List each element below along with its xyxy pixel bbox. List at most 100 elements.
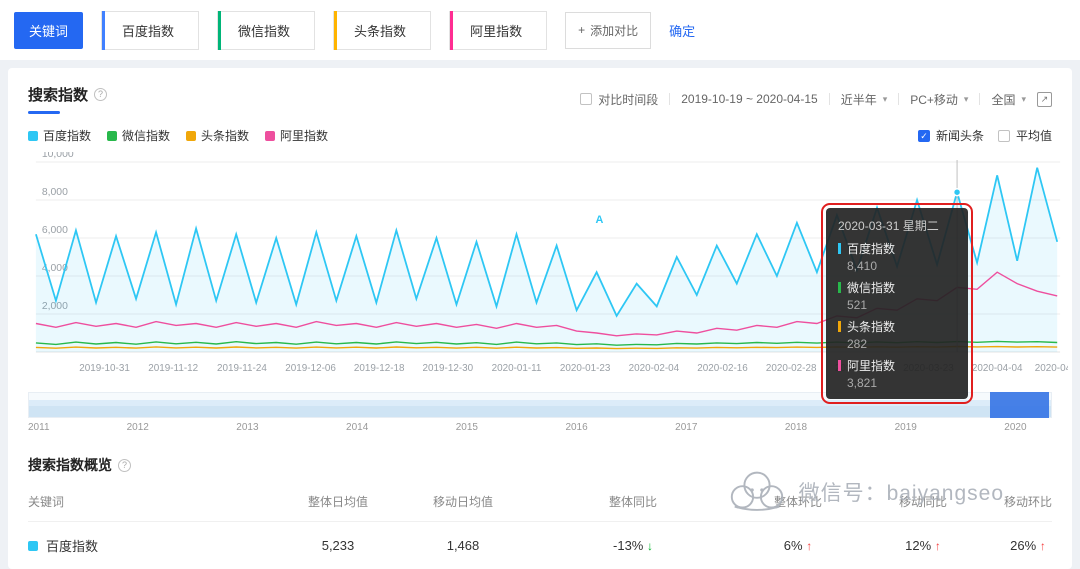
keyword-chip-color-bar — [218, 11, 221, 50]
svg-text:2020-01-23: 2020-01-23 — [560, 363, 611, 374]
legend-options: ✓ 新闻头条 平均值 — [918, 127, 1052, 144]
search-index-panel: 搜索指数 ? 对比时间段 2019-10-19 ~ 2020-04-15 近半年… — [8, 68, 1072, 569]
keyword-toolbar: 关键词 百度指数 微信指数 头条指数 阿里指数 + 添加对比 确定 — [0, 0, 1080, 60]
compare-period-checkbox[interactable]: 对比时间段 — [580, 91, 658, 108]
legend-swatch — [28, 131, 38, 141]
region-select[interactable]: 全国 ▾ — [991, 91, 1026, 108]
tooltip-series-color-bar — [838, 360, 841, 371]
svg-text:2020-04-15: 2020-04-15 — [1035, 363, 1068, 374]
legend-label: 头条指数 — [201, 127, 249, 144]
page-title: 搜索指数 ? — [28, 84, 107, 114]
chart-tooltip: 2020-03-31 星期二 百度指数8,410微信指数521头条指数282阿里… — [826, 208, 968, 399]
checkbox-checked-icon[interactable]: ✓ — [918, 130, 930, 142]
legend-label: 百度指数 — [43, 127, 91, 144]
timeline-year-label: 2013 — [236, 422, 258, 433]
tooltip-item: 百度指数8,410 — [838, 240, 956, 273]
timeline-year-label: 2018 — [785, 422, 807, 433]
svg-text:2019-12-18: 2019-12-18 — [354, 363, 405, 374]
row-keyword-swatch — [28, 541, 38, 551]
page-title-text: 搜索指数 — [28, 84, 88, 105]
add-compare-label: 添加对比 — [590, 22, 638, 39]
keyword-chip[interactable]: 微信指数 — [217, 11, 315, 50]
time-range-select[interactable]: 近半年 ▾ — [841, 91, 888, 108]
keyword-chip-color-bar — [102, 11, 105, 50]
table-row[interactable]: 百度指数5,2331,468-13% ↓6% ↑12% ↑26% ↑ — [28, 522, 1052, 555]
external-link-icon[interactable]: ↗ — [1037, 92, 1052, 107]
legend-item[interactable]: 微信指数 — [107, 127, 170, 144]
overview-column-header: 移动环比 — [988, 493, 1068, 510]
tooltip-series-value: 3,821 — [847, 376, 956, 390]
overview-column-header: 整体环比 — [738, 493, 858, 510]
timeline-year-label: 2019 — [895, 422, 917, 433]
svg-text:2019-11-24: 2019-11-24 — [217, 363, 267, 374]
tooltip-item: 头条指数282 — [838, 318, 956, 351]
keyword-chip-label: 阿里指数 — [470, 24, 522, 39]
tooltip-series-color-bar — [838, 282, 841, 293]
checkbox-icon[interactable] — [580, 93, 592, 105]
timeline-year-label: 2015 — [456, 422, 478, 433]
row-keyword-label: 百度指数 — [46, 536, 98, 555]
divider — [829, 93, 830, 105]
region-value: 全国 — [991, 91, 1015, 108]
keyword-chip[interactable]: 阿里指数 — [449, 11, 547, 50]
legend-item[interactable]: 百度指数 — [28, 127, 91, 144]
help-icon[interactable]: ? — [94, 88, 107, 101]
legend-item[interactable]: 阿里指数 — [265, 127, 328, 144]
tooltip-date: 2020-03-31 星期二 — [838, 217, 956, 234]
svg-text:A: A — [596, 214, 604, 226]
tooltip-series-name: 头条指数 — [838, 318, 956, 335]
confirm-button[interactable]: 确定 — [669, 21, 695, 40]
svg-text:10,000: 10,000 — [42, 152, 74, 160]
keyword-button[interactable]: 关键词 — [14, 12, 83, 49]
news-toutiao-label: 新闻头条 — [936, 127, 984, 144]
chevron-down-icon: ▾ — [1021, 94, 1026, 105]
slider-selection-handle[interactable] — [990, 392, 1049, 418]
overview-section: 搜索指数概览 ? 微信号：baiyangseo 关键词整体日均值移动日均值整体同… — [28, 455, 1052, 555]
tooltip-items: 百度指数8,410微信指数521头条指数282阿里指数3,821 — [838, 240, 956, 390]
help-icon[interactable]: ? — [118, 459, 131, 472]
checkbox-icon[interactable] — [998, 130, 1010, 142]
metric-value: 12% — [905, 538, 935, 553]
svg-text:2020-02-16: 2020-02-16 — [697, 363, 748, 374]
average-label: 平均值 — [1016, 127, 1052, 144]
legend-item[interactable]: 头条指数 — [186, 127, 249, 144]
trend-chart[interactable]: 10,0008,0006,0004,0002,0002019-10-312019… — [28, 152, 1052, 380]
tooltip-series-name: 微信指数 — [838, 279, 956, 296]
svg-text:6,000: 6,000 — [42, 225, 68, 236]
device-value: PC+移动 — [910, 91, 958, 108]
legend-label: 阿里指数 — [280, 127, 328, 144]
time-range-value: 近半年 — [841, 91, 877, 108]
keyword-chip-label: 头条指数 — [354, 24, 406, 39]
device-select[interactable]: PC+移动 ▾ — [910, 91, 968, 108]
keyword-chip-color-bar — [450, 11, 453, 50]
row-metric-cell: -13% ↓ — [528, 538, 738, 553]
title-underline — [28, 111, 60, 114]
arrow-down-icon: ↓ — [647, 539, 653, 553]
arrow-up-icon: ↑ — [935, 539, 941, 553]
svg-text:2020-01-11: 2020-01-11 — [492, 363, 542, 374]
legend-label: 微信指数 — [122, 127, 170, 144]
keyword-chip-color-bar — [334, 11, 337, 50]
row-mobile-daily-avg: 1,468 — [398, 538, 528, 553]
keyword-chip-label: 百度指数 — [122, 24, 174, 39]
svg-text:2020-02-28: 2020-02-28 — [766, 363, 817, 374]
add-compare-button[interactable]: + 添加对比 — [565, 12, 651, 49]
keyword-chip[interactable]: 头条指数 — [333, 11, 431, 50]
row-metric-cell: 6% ↑ — [738, 538, 858, 553]
average-checkbox[interactable]: 平均值 — [998, 127, 1052, 144]
compare-period-label: 对比时间段 — [598, 91, 658, 108]
tooltip-series-label: 阿里指数 — [847, 357, 895, 374]
svg-text:2019-12-30: 2019-12-30 — [423, 363, 474, 374]
svg-text:2020-04-04: 2020-04-04 — [972, 363, 1023, 374]
divider — [898, 93, 899, 105]
legend-swatch — [265, 131, 275, 141]
svg-text:2020-02-04: 2020-02-04 — [629, 363, 680, 374]
keyword-chips: 百度指数 微信指数 头条指数 阿里指数 — [101, 11, 547, 50]
date-range[interactable]: 2019-10-19 ~ 2020-04-15 — [681, 92, 817, 106]
metric-value: 6% — [784, 538, 806, 553]
timeline-year-label: 2020 — [1004, 422, 1026, 433]
svg-text:2019-12-06: 2019-12-06 — [285, 363, 336, 374]
news-toutiao-checkbox[interactable]: ✓ 新闻头条 — [918, 127, 984, 144]
arrow-up-icon: ↑ — [806, 539, 812, 553]
keyword-chip[interactable]: 百度指数 — [101, 11, 199, 50]
